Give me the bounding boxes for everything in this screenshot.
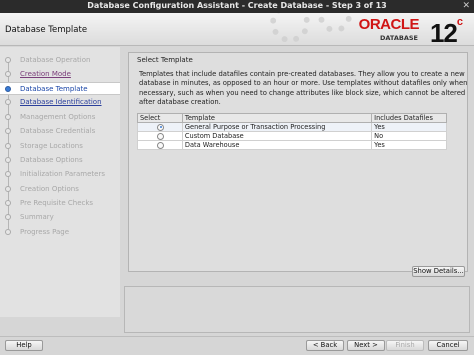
oracle-logo: ORACLE <box>358 16 420 33</box>
table-header-row: Select Template Includes Datafiles <box>137 113 447 123</box>
sidebar-item-label: Initialization Parameters <box>20 170 105 178</box>
column-header-template: Template <box>181 113 373 123</box>
header-banner: Database Template ORACLE DATABASE 12c <box>0 13 474 46</box>
sidebar-item-database-credentials: Database Credentials <box>0 125 120 138</box>
template-name-cell[interactable]: General Purpose or Transaction Processin… <box>181 122 373 132</box>
cancel-button[interactable]: Cancel <box>428 340 468 351</box>
sidebar-item-label[interactable]: Creation Mode <box>20 70 71 78</box>
table-row[interactable]: Data Warehouse Yes <box>137 140 447 150</box>
group-title: Select Template <box>137 56 193 64</box>
message-area <box>124 286 470 333</box>
gear-decoration-icon <box>318 13 352 33</box>
step-dot-icon <box>5 143 11 149</box>
sidebar-item-label: Pre Requisite Checks <box>20 199 94 207</box>
table-row[interactable]: General Purpose or Transaction Processin… <box>137 122 447 132</box>
window-title: Database Configuration Assistant - Creat… <box>87 1 387 10</box>
step-dot-icon <box>5 71 11 77</box>
radio-button[interactable] <box>157 141 164 149</box>
sidebar-item-label: Progress Page <box>20 228 70 236</box>
version-number: 12 <box>429 18 458 46</box>
sidebar-item-label[interactable]: Database Identification <box>20 98 102 106</box>
finish-button: Finish <box>386 340 424 351</box>
step-dot-icon <box>5 214 11 220</box>
version-logo: 12c <box>429 16 463 46</box>
version-suffix: c <box>456 16 463 28</box>
radio-button[interactable] <box>157 132 164 140</box>
back-button[interactable]: < Back <box>306 340 344 351</box>
sidebar-item-summary: Summary <box>0 211 120 224</box>
close-icon[interactable]: ✕ <box>462 1 470 11</box>
template-table: Select Template Includes Datafiles Gener… <box>137 113 447 150</box>
step-dot-icon <box>5 57 11 63</box>
footer-divider <box>0 336 474 337</box>
step-dot-icon <box>5 229 11 235</box>
window-titlebar: Database Configuration Assistant - Creat… <box>0 0 474 13</box>
sidebar-item-management-options: Management Options <box>0 111 120 124</box>
table-row[interactable]: Custom Database No <box>137 131 447 141</box>
column-header-datafiles: Includes Datafiles <box>371 113 447 123</box>
sidebar-item-prerequisite-checks: Pre Requisite Checks <box>0 197 120 210</box>
template-name-cell[interactable]: Custom Database <box>181 131 373 141</box>
help-button[interactable]: Help <box>5 340 43 351</box>
datafiles-cell: Yes <box>371 122 447 132</box>
select-cell[interactable] <box>137 131 183 141</box>
step-dot-icon <box>5 128 11 134</box>
page-title: Database Template <box>5 25 88 35</box>
step-dot-icon <box>5 157 11 163</box>
step-dot-icon <box>5 86 11 92</box>
sidebar-item-label: Database Credentials <box>20 127 96 135</box>
step-dot-icon <box>5 114 11 120</box>
sidebar-item-database-options: Database Options <box>0 154 120 167</box>
sidebar-item-creation-options: Creation Options <box>0 183 120 196</box>
next-button[interactable]: Next > <box>347 340 385 351</box>
select-template-group: Select Template Templates that include d… <box>128 52 468 272</box>
gear-decoration-icon <box>270 13 310 43</box>
steps-sidebar: Database Operation Creation Mode Databas… <box>0 47 120 317</box>
sidebar-item-creation-mode[interactable]: Creation Mode <box>0 68 120 81</box>
sidebar-item-label: Database Options <box>20 156 83 164</box>
sidebar-item-label: Management Options <box>20 113 96 121</box>
sidebar-item-label: Storage Locations <box>20 142 83 150</box>
product-label: DATABASE <box>380 34 418 42</box>
radio-button-selected[interactable] <box>157 123 164 131</box>
select-cell[interactable] <box>137 140 183 150</box>
template-description: Templates that include datafiles contain… <box>139 70 468 106</box>
sidebar-item-database-template: Database Template <box>0 82 120 95</box>
column-header-select: Select <box>137 113 183 123</box>
sidebar-item-database-operation: Database Operation <box>0 54 120 67</box>
step-dot-icon <box>5 171 11 177</box>
sidebar-item-storage-locations: Storage Locations <box>0 140 120 153</box>
step-dot-icon <box>5 186 11 192</box>
step-dot-icon <box>5 99 11 105</box>
datafiles-cell: No <box>371 131 447 141</box>
sidebar-item-label: Database Template <box>20 85 88 93</box>
template-name-cell[interactable]: Data Warehouse <box>181 140 373 150</box>
show-details-button[interactable]: Show Details... <box>412 266 465 277</box>
sidebar-item-initialization-parameters: Initialization Parameters <box>0 168 120 181</box>
sidebar-item-database-identification[interactable]: Database Identification <box>0 96 120 109</box>
select-cell[interactable] <box>137 122 183 132</box>
sidebar-item-progress-page: Progress Page <box>0 226 120 239</box>
datafiles-cell: Yes <box>371 140 447 150</box>
step-dot-icon <box>5 200 11 206</box>
sidebar-item-label: Database Operation <box>20 56 91 64</box>
sidebar-item-label: Creation Options <box>20 185 79 193</box>
sidebar-item-label: Summary <box>20 213 54 221</box>
